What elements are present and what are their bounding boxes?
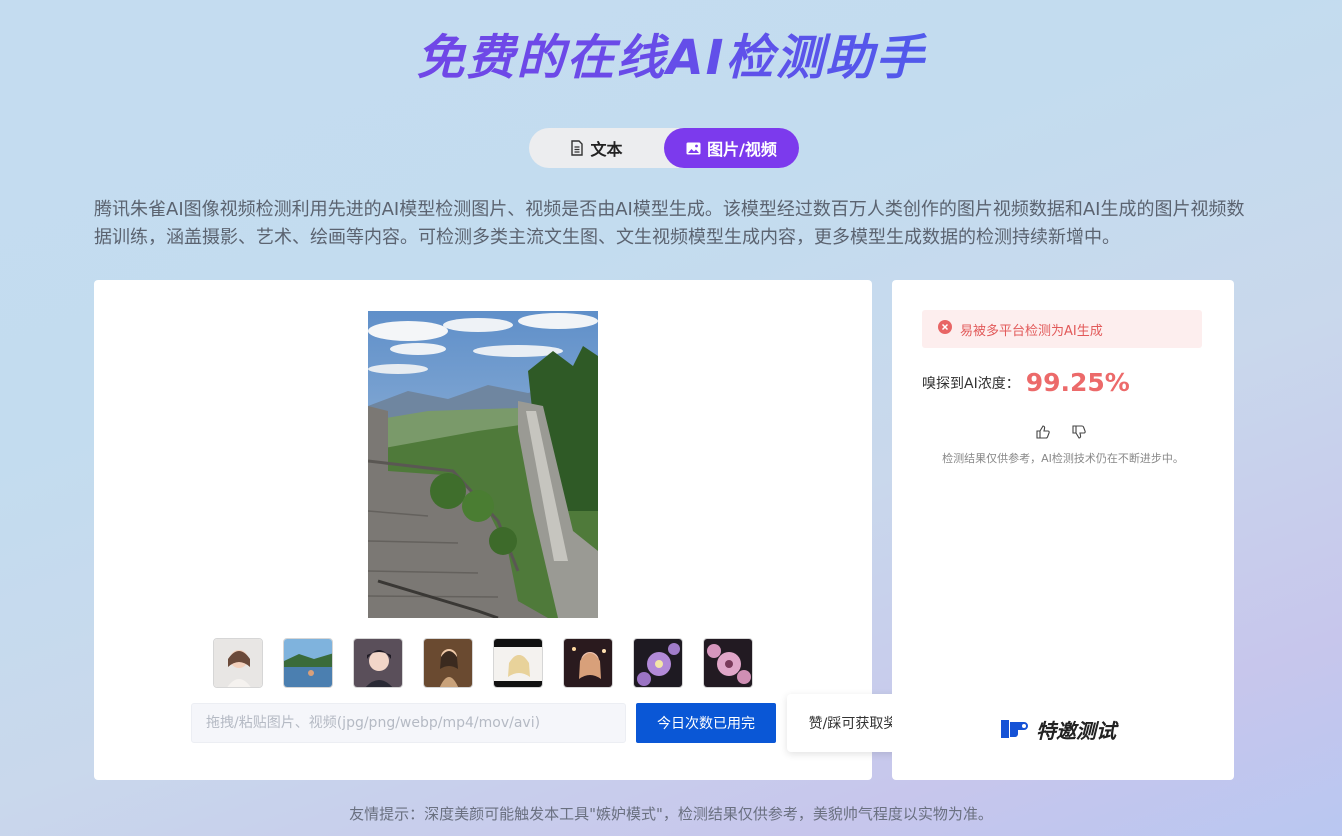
score-row: 嗅探到AI浓度： 99.25% xyxy=(922,368,1130,397)
invite-test-link[interactable]: 特邀测试 xyxy=(1000,714,1116,744)
thumbnail-lake-landscape[interactable] xyxy=(283,638,333,688)
feedback-buttons xyxy=(1036,424,1086,443)
detect-button[interactable]: 今日次数已用完 xyxy=(636,703,776,743)
thumbnail-fantasy-girl[interactable] xyxy=(423,638,473,688)
preview-image xyxy=(368,311,598,618)
thumbnail-pink-flowers[interactable] xyxy=(703,638,753,688)
thumbnail-portrait-woman[interactable] xyxy=(213,638,263,688)
thumbnail-purple-flowers[interactable] xyxy=(633,638,683,688)
thumbs-up-icon[interactable] xyxy=(1036,424,1050,443)
mode-switch: 文本 图片/视频 xyxy=(529,128,799,168)
tab-text[interactable]: 文本 xyxy=(529,128,664,168)
page-title: 免费的在线AI检测助手 xyxy=(0,28,1342,88)
ai-alert: 易被多平台检测为AI生成 xyxy=(922,310,1202,348)
tab-text-label: 文本 xyxy=(590,140,623,159)
close-circle-icon xyxy=(938,320,952,338)
upload-panel: 今日次数已用完 xyxy=(94,280,872,780)
invite-label: 特邀测试 xyxy=(1036,718,1116,743)
tab-image-video-label: 图片/视频 xyxy=(707,140,777,159)
upload-input[interactable] xyxy=(191,703,626,743)
image-icon xyxy=(686,142,701,155)
pointing-hand-icon xyxy=(1000,714,1032,744)
thumbnail-blonde-woman[interactable] xyxy=(493,638,543,688)
description: 腾讯朱雀AI图像视频检测利用先进的AI模型检测图片、视频是否由AI模型生成。该模… xyxy=(94,199,1245,248)
sample-thumbnails xyxy=(213,638,753,688)
document-icon xyxy=(570,140,584,156)
tab-image-video[interactable]: 图片/视频 xyxy=(664,128,799,168)
score-value: 99.25% xyxy=(1025,368,1130,397)
footer-tip: 友情提示：深度美颜可能触发本工具"嫉妒模式"，检测结果仅供参考，美貌帅气程度以实… xyxy=(349,805,993,823)
thumbs-down-icon[interactable] xyxy=(1072,424,1086,443)
score-label: 嗅探到AI浓度： xyxy=(922,375,1020,392)
result-panel: 易被多平台检测为AI生成 嗅探到AI浓度： 99.25% 检测结果仅供参考，AI… xyxy=(892,280,1234,780)
thumbnail-sparkle-portrait[interactable] xyxy=(563,638,613,688)
alert-text: 易被多平台检测为AI生成 xyxy=(960,323,1103,339)
thumbnail-anime-boy[interactable] xyxy=(353,638,403,688)
disclaimer-note: 检测结果仅供参考，AI检测技术仍在不断进步中。 xyxy=(942,452,1184,465)
